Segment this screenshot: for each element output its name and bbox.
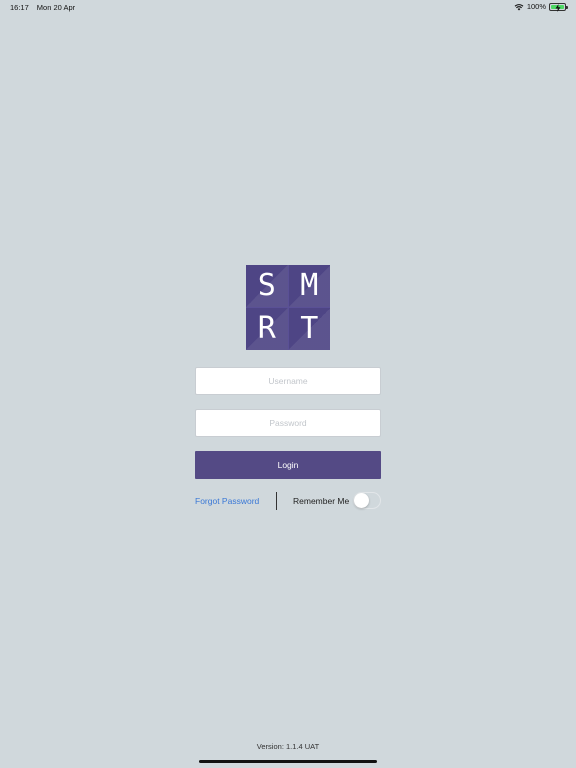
status-right: 100%: [514, 2, 568, 12]
home-indicator[interactable]: [199, 760, 377, 763]
logo-letter: T: [300, 311, 319, 346]
forgot-password-link[interactable]: Forgot Password: [195, 496, 259, 506]
logo-tile-r: R: [246, 308, 288, 350]
logo-tile-s: S: [246, 265, 288, 307]
remember-me-toggle[interactable]: [353, 492, 381, 509]
battery-charging-icon: [549, 2, 568, 12]
logo-letter: S: [257, 268, 276, 303]
username-input[interactable]: [195, 367, 381, 395]
remember-me-label: Remember Me: [293, 496, 350, 506]
logo-letter: M: [300, 268, 319, 303]
login-button[interactable]: Login: [195, 451, 381, 479]
logo-tile-m: M: [288, 265, 330, 307]
toggle-knob: [354, 493, 369, 508]
password-input[interactable]: [195, 409, 381, 437]
divider: [276, 492, 277, 510]
wifi-icon: [514, 3, 524, 11]
status-left: 16:17 Mon 20 Apr: [10, 3, 75, 12]
status-date: Mon 20 Apr: [36, 3, 76, 12]
status-bar: 16:17 Mon 20 Apr 100%: [0, 0, 576, 14]
version-label: Version: 1.1.4 UAT: [256, 742, 320, 751]
logo-tile-t: T: [288, 308, 330, 350]
login-options: Forgot Password Remember Me: [195, 492, 385, 510]
smrt-logo: S M R T: [246, 265, 330, 350]
logo-letter: R: [257, 311, 276, 346]
status-time: 16:17: [10, 3, 29, 12]
battery-percent: 100%: [526, 2, 546, 11]
